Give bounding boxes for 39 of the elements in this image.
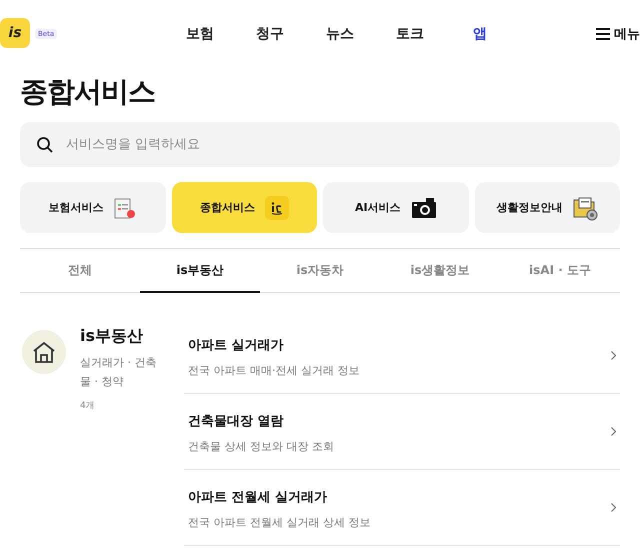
category-card[interactable]: 종합서비스 — [172, 182, 317, 233]
service-title: 건축물대장 열람 — [188, 412, 285, 430]
category-card[interactable]: 보험서비스 — [20, 182, 166, 233]
nav-link[interactable]: 뉴스 — [305, 21, 375, 47]
folder-icon — [572, 194, 598, 220]
chevron-icon — [611, 503, 616, 512]
section-title: is부동산 — [80, 326, 144, 347]
service-item[interactable]: 아파트 실거래가 전국 아파트 매매·전세 실거래 정보 — [184, 318, 620, 394]
chevron-icon — [611, 427, 616, 436]
item-count: 4개 — [80, 400, 96, 412]
document-icon — [113, 196, 138, 220]
tab[interactable]: 전체 — [20, 249, 140, 293]
logo[interactable]: is — [0, 18, 30, 48]
menu-icon — [596, 28, 610, 40]
camera-icon — [410, 196, 437, 218]
service-subtitle: 전국 아파트 전월세 실거래 상세 정보 — [188, 514, 372, 530]
nav-link[interactable]: 앱 — [445, 21, 515, 47]
section-description: 실거래가 · 건축물 · 청약 — [80, 355, 158, 390]
tab[interactable]: is생활정보 — [380, 249, 500, 293]
chevron-icon — [611, 351, 616, 360]
tab[interactable]: isAI · 도구 — [500, 249, 620, 293]
category-card[interactable]: 생활정보안내 — [474, 182, 620, 233]
service-title: 아파트 실거래가 — [188, 336, 285, 354]
page-title: 종합서비스 — [20, 74, 156, 110]
service-subtitle: 건축물 상세 정보와 대장 조회 — [188, 438, 335, 454]
service-subtitle: 전국 아파트 매매·전세 실거래 정보 — [188, 362, 360, 378]
service-item[interactable]: 건축물대장 열람 건축물 상세 정보와 대장 조회 — [184, 394, 620, 470]
house-icon — [32, 341, 56, 363]
tab[interactable]: is자동차 — [260, 249, 380, 293]
logo-icon — [264, 196, 289, 220]
category-card[interactable]: AI서비스 — [323, 182, 468, 233]
search-field[interactable]: 서비스명을 입력하세요 — [20, 122, 620, 167]
tab[interactable]: is부동산 — [140, 249, 260, 293]
nav-link[interactable]: 청구 — [235, 21, 305, 47]
service-title: 아파트 전월세 실거래가 — [188, 488, 328, 506]
menu-button[interactable]: 메뉴 — [596, 25, 640, 43]
nav-link[interactable]: 토크 — [375, 21, 445, 47]
service-item[interactable]: 아파트 전월세 실거래가 전국 아파트 전월세 실거래 상세 정보 — [184, 470, 620, 546]
nav-link[interactable]: 보험 — [165, 21, 235, 47]
